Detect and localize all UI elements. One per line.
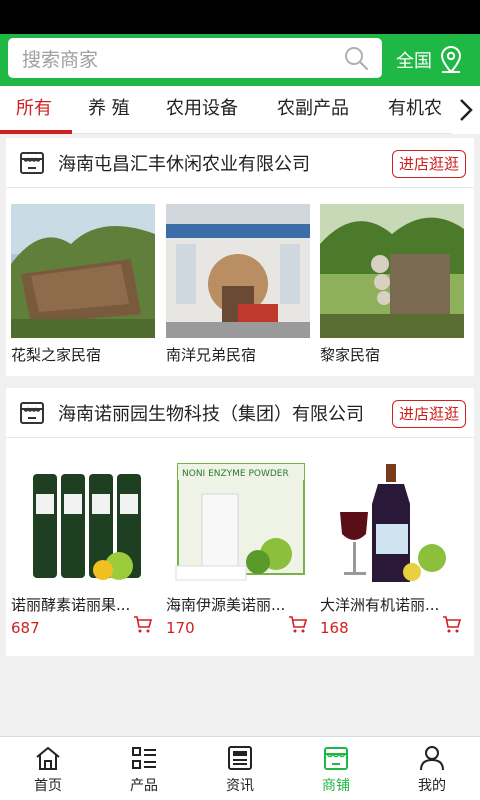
nav-profile[interactable]: 我的 xyxy=(384,737,480,800)
item-image xyxy=(320,454,464,588)
nav-label: 资讯 xyxy=(226,778,254,794)
news-icon xyxy=(225,743,255,773)
cart-icon[interactable] xyxy=(442,614,462,634)
nav-home[interactable]: 首页 xyxy=(0,737,96,800)
shop-card: 海南屯昌汇丰休闲农业有限公司 进店逛逛 花梨之家民宿 南洋兄弟民宿 黎家民宿 xyxy=(6,138,474,376)
item-image xyxy=(166,204,310,338)
shop-name: 海南屯昌汇丰休闲农业有限公司 xyxy=(58,153,310,175)
nav-label: 首页 xyxy=(34,778,62,794)
top-header: 搜索商家 全国 xyxy=(0,34,480,86)
item-title: 诺丽酵素诺丽果... xyxy=(11,596,131,614)
tab-farm-equipment[interactable]: 农用设备 xyxy=(166,86,238,133)
item-title: 大洋洲有机诺丽... xyxy=(320,596,440,614)
cart-icon[interactable] xyxy=(133,614,153,634)
bottom-nav: 首页 产品 资讯 商铺 我的 xyxy=(0,736,480,800)
tab-organic[interactable]: 有机农 xyxy=(388,86,442,133)
cart-icon[interactable] xyxy=(288,614,308,634)
list-item[interactable]: 南洋兄弟民宿 xyxy=(166,204,310,365)
list-item[interactable]: 花梨之家民宿 xyxy=(11,204,155,365)
nav-products[interactable]: 产品 xyxy=(96,737,192,800)
visit-shop-button[interactable]: 进店逛逛 xyxy=(391,400,466,428)
tabs-scroll-right-icon[interactable] xyxy=(452,86,480,134)
list-item[interactable]: 黎家民宿 xyxy=(320,204,464,365)
search-icon[interactable] xyxy=(336,38,376,78)
list-icon xyxy=(129,743,159,773)
list-item[interactable]: NONI ENZYME POWDER 海南伊源美诺丽... 170 xyxy=(166,454,310,637)
tab-farm-products[interactable]: 农副产品 xyxy=(277,86,349,133)
product-box-text: NONI ENZYME POWDER xyxy=(182,469,289,479)
status-bar xyxy=(0,0,480,34)
item-image xyxy=(11,454,155,588)
user-icon xyxy=(417,743,447,773)
shop-name: 海南诺丽园生物科技（集团）有限公司 xyxy=(58,403,364,425)
store-icon xyxy=(18,149,46,177)
item-title: 南洋兄弟民宿 xyxy=(166,346,257,364)
visit-shop-button[interactable]: 进店逛逛 xyxy=(391,150,466,178)
nav-label: 商铺 xyxy=(322,778,350,794)
search-input[interactable]: 搜索商家 xyxy=(8,38,382,78)
region-selector[interactable]: 全国 xyxy=(396,34,464,86)
nav-label: 我的 xyxy=(418,778,446,794)
store-icon xyxy=(18,399,46,427)
nav-shops[interactable]: 商铺 xyxy=(288,737,384,800)
item-title: 花梨之家民宿 xyxy=(11,346,102,364)
category-tabs: 所有 养 殖 农用设备 农副产品 有机农 xyxy=(0,86,480,134)
shop-icon xyxy=(321,743,351,773)
shop-header[interactable]: 海南诺丽园生物科技（集团）有限公司 进店逛逛 xyxy=(6,388,474,438)
list-item[interactable]: 大洋洲有机诺丽... 168 xyxy=(320,454,464,637)
tab-breeding[interactable]: 养 殖 xyxy=(88,86,130,133)
active-tab-indicator xyxy=(0,130,72,134)
item-image xyxy=(320,204,464,338)
list-item[interactable]: 诺丽酵素诺丽果... 687 xyxy=(11,454,155,637)
item-image: NONI ENZYME POWDER xyxy=(166,454,310,588)
location-pin-icon xyxy=(438,46,464,74)
search-placeholder: 搜索商家 xyxy=(22,48,99,71)
shop-card: 海南诺丽园生物科技（集团）有限公司 进店逛逛 诺丽酵素诺丽果... 687 NO… xyxy=(6,388,474,656)
region-label: 全国 xyxy=(396,51,432,72)
item-title: 海南伊源美诺丽... xyxy=(166,596,286,614)
item-title: 黎家民宿 xyxy=(320,346,381,364)
tab-all[interactable]: 所有 xyxy=(16,86,52,133)
nav-news[interactable]: 资讯 xyxy=(192,737,288,800)
shop-header[interactable]: 海南屯昌汇丰休闲农业有限公司 进店逛逛 xyxy=(6,138,474,188)
home-icon xyxy=(33,743,63,773)
item-image xyxy=(11,204,155,338)
nav-label: 产品 xyxy=(130,778,158,794)
